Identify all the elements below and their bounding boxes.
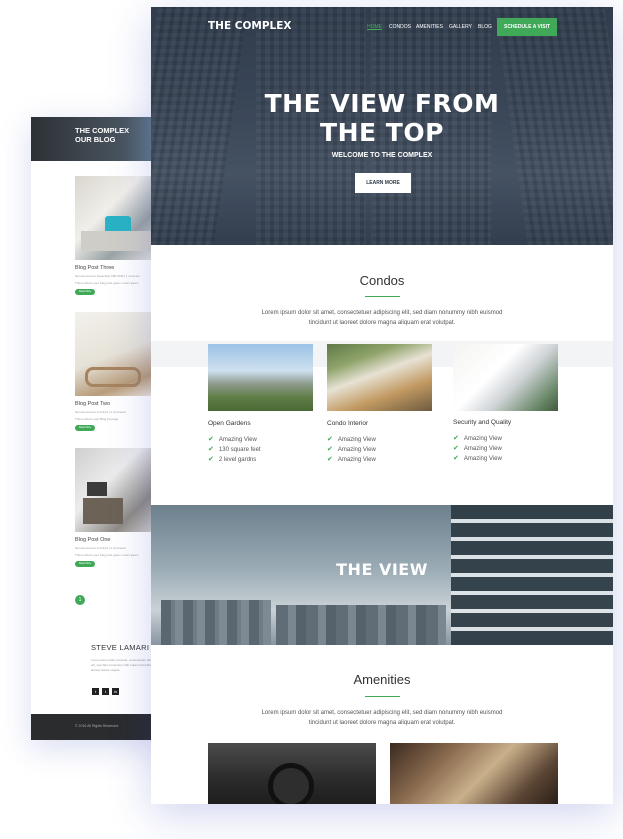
site-logo[interactable]: THE COMPLEX [208,20,292,32]
blog-post-title[interactable]: Blog Post Three [75,265,155,271]
condos-text-line1: Lorem ipsum dolor sit amet, consectetuer… [261,310,503,316]
blog-footer: © 2016 All Rights Reserved. [31,714,165,740]
blog-post-title[interactable]: Blog Post One [75,537,155,543]
feature-item: Amazing View [218,437,257,443]
nav-gallery[interactable]: GALLERY [449,24,472,30]
nav-home[interactable]: HOME [367,24,382,30]
amenities-description: Lorem ipsum dolor sit amet, consectetuer… [182,708,582,728]
hero-section: THE COMPLEX HOME CONDOS AMENITIES GALLER… [151,7,613,245]
feature-item: 130 square feet [218,447,261,453]
check-icon: ✔ [453,445,459,452]
hero-title-line1: THE VIEW FROM [264,89,500,118]
schedule-visit-button[interactable]: SCHEDULE A VISIT [497,18,557,36]
amenity-image-lounge[interactable] [390,743,558,804]
check-icon: ✔ [208,446,214,453]
author-name: STEVE LAMARI [91,643,150,652]
blog-post-image[interactable] [75,176,155,260]
condos-text-line2: tincidunt ut laoreet dolore magna aliqua… [308,320,456,326]
blog-post: Blog Post One Nervous Henna | in Interio… [75,448,155,567]
condo-card-features: ✔ Amazing View ✔ Amazing View ✔ Amazing … [453,434,502,464]
feature-item: Amazing View [463,456,502,462]
amenities-divider [365,696,400,697]
check-icon: ✔ [453,435,459,442]
view-section: THE VIEW [151,505,613,645]
condo-card-image-gardens[interactable] [208,344,313,411]
blog-post-meta: Nervous Henna | in Interior | 2 comments [75,546,126,550]
condo-card-features: ✔ Amazing View ✔ 130 square feet ✔ 2 lev… [208,435,261,465]
home-page-preview: THE COMPLEX HOME CONDOS AMENITIES GALLER… [151,7,613,804]
blog-post-excerpt: This is where your blog post goes. Lorem… [75,553,139,557]
condos-title: Condos [359,273,405,288]
facebook-icon[interactable]: f [92,688,99,695]
blog-header-line1: THE COMPLEX [75,126,130,135]
blog-post-meta: Nervous Henna | in Interior | 2 comments [75,410,126,414]
hero-subtitle: WELCOME TO THE COMPLEX [331,152,433,159]
pagination-page-1[interactable]: 1 [75,595,85,605]
nav-condos[interactable]: CONDOS [389,24,411,30]
blog-header: THE COMPLEX OUR BLOG [31,117,165,161]
feature-item: Amazing View [463,436,502,442]
blog-post-image[interactable] [75,448,155,532]
twitter-icon[interactable]: t [102,688,109,695]
condo-card-title[interactable]: Condo Interior [327,420,368,427]
learn-more-button[interactable]: LEARN MORE [355,173,411,193]
condo-card-title[interactable]: Open Gardens [208,420,251,427]
nav-blog[interactable]: BLOG [478,24,492,30]
blog-post: Blog Post Two Nervous Henna | in Interio… [75,312,155,431]
blog-post-excerpt: This is where your Blog list page [75,417,119,421]
blog-post-title[interactable]: Blog Post Two [75,401,155,407]
feature-item: Amazing View [337,447,376,453]
amenities-text-line2: tincidunt ut laoreet dolore magna aliqua… [308,720,456,726]
read-more-button[interactable]: Read More [75,561,95,567]
hero-title: THE VIEW FROM THE TOP [232,89,532,147]
blog-post-image[interactable] [75,312,155,396]
condos-divider [365,296,400,297]
check-icon: ✔ [327,436,333,443]
condo-card-title[interactable]: Security and Quality [453,419,511,426]
blog-header-title: THE COMPLEX OUR BLOG [75,126,129,144]
nav-amenities[interactable]: AMENITIES [416,24,443,30]
feature-item: Amazing View [337,457,376,463]
blog-post-excerpt: This is where your blog post goes. Lorem… [75,281,139,285]
check-icon: ✔ [327,456,333,463]
read-more-button[interactable]: Read More [75,289,95,295]
footer-copyright: © 2016 All Rights Reserved. [75,724,119,728]
feature-item: Amazing View [463,446,502,452]
blog-post: Blog Post Three Nervous Henna | Septembe… [75,176,155,295]
amenities-text-line1: Lorem ipsum dolor sit amet, consectetuer… [261,710,503,716]
amenities-title: Amenities [353,672,411,687]
check-icon: ✔ [208,436,214,443]
condos-description: Lorem ipsum dolor sit amet, consectetuer… [182,308,582,328]
read-more-button[interactable]: Read More [75,425,95,431]
check-icon: ✔ [453,455,459,462]
view-title: THE VIEW [336,560,428,579]
amenity-image-gym[interactable] [208,743,376,804]
feature-item: Amazing View [337,437,376,443]
condo-card-image-security[interactable] [453,344,558,411]
condo-card-features: ✔ Amazing View ✔ Amazing View ✔ Amazing … [327,435,376,465]
feature-item: 2 level gardns [218,457,257,463]
hero-title-line2: THE TOP [320,118,444,147]
check-icon: ✔ [327,446,333,453]
blog-page-preview: THE COMPLEX OUR BLOG Blog Post Three Ner… [31,117,165,740]
linkedin-icon[interactable]: in [112,688,119,695]
blog-header-line2: OUR BLOG [75,135,116,144]
condo-card-image-interior[interactable] [327,344,432,411]
check-icon: ✔ [208,456,214,463]
blog-post-meta: Nervous Henna | September 18th 2016 | 1 … [75,274,140,278]
